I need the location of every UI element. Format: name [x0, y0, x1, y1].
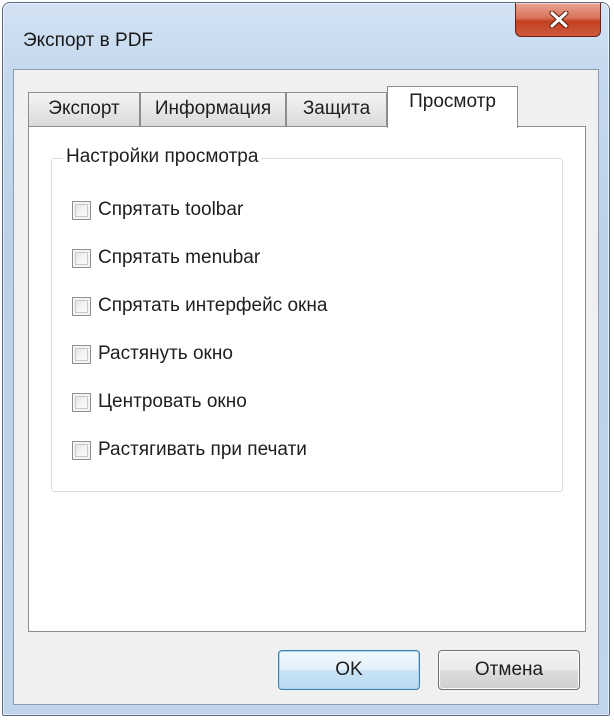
tab-export[interactable]: Экспорт: [28, 92, 140, 127]
checkbox[interactable]: [72, 200, 91, 220]
dialog-window: Экспорт в PDF Экспорт Информация Защита …: [2, 2, 610, 716]
tab-security[interactable]: Защита: [286, 92, 387, 127]
option-hide-toolbar[interactable]: Спрятать toolbar: [72, 197, 243, 223]
tab-panel-view: Настройки просмотра Спрятать toolbar Спр…: [28, 126, 586, 632]
checkbox[interactable]: [72, 296, 91, 316]
checkbox[interactable]: [72, 344, 91, 364]
cancel-button[interactable]: Отмена: [438, 650, 580, 690]
option-label: Спрятать интерфейс окна: [98, 295, 328, 316]
checkbox[interactable]: [72, 392, 91, 412]
option-fit-window[interactable]: Растянуть окно: [72, 341, 233, 367]
option-hide-menubar[interactable]: Спрятать menubar: [72, 245, 260, 271]
ok-button[interactable]: OK: [278, 650, 420, 690]
tab-view[interactable]: Просмотр: [387, 86, 518, 128]
checkbox[interactable]: [72, 440, 91, 460]
view-settings-group: Настройки просмотра Спрятать toolbar Спр…: [51, 146, 563, 492]
checkbox[interactable]: [72, 248, 91, 268]
window-title: Экспорт в PDF: [23, 30, 154, 51]
option-label: Растягивать при печати: [98, 439, 307, 460]
close-icon: [549, 11, 569, 28]
option-fit-on-print[interactable]: Растягивать при печати: [72, 437, 307, 463]
option-label: Центровать окно: [98, 391, 247, 412]
close-button[interactable]: [515, 3, 601, 37]
tab-strip: Экспорт Информация Защита Просмотр: [28, 80, 588, 128]
dialog-client-area: Экспорт Информация Защита Просмотр Настр…: [13, 69, 599, 705]
option-label: Спрятать menubar: [98, 247, 261, 268]
option-center-window[interactable]: Центровать окно: [72, 389, 247, 415]
option-label: Спрятать toolbar: [98, 199, 244, 220]
option-label: Растянуть окно: [98, 343, 233, 364]
group-title: Настройки просмотра: [63, 146, 262, 168]
tab-info[interactable]: Информация: [140, 92, 286, 127]
option-hide-window-ui[interactable]: Спрятать интерфейс окна: [72, 293, 327, 319]
